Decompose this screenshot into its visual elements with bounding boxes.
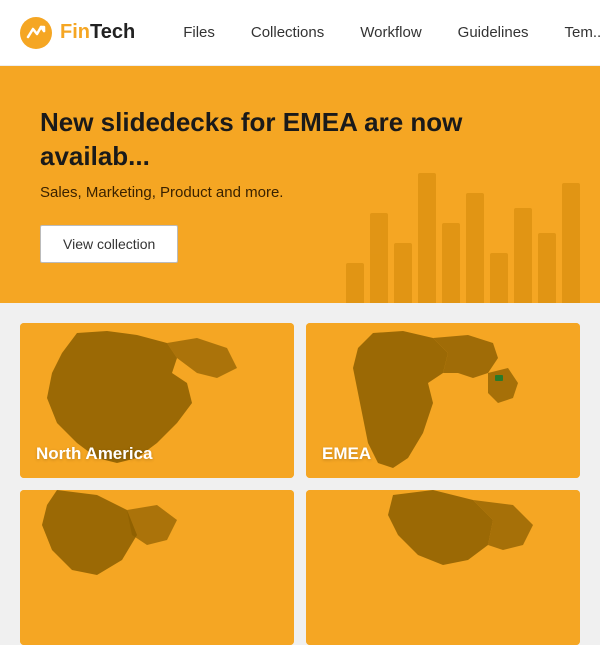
cards-grid: North America EMEA	[0, 303, 600, 645]
logo-text: FinTech	[60, 21, 135, 44]
nav-item-templates[interactable]: Tem...	[547, 0, 600, 66]
map-bottom-right	[306, 490, 580, 645]
nav-item-workflow[interactable]: Workflow	[342, 0, 439, 66]
logo-icon	[20, 17, 52, 49]
card-north-america-label: North America	[36, 444, 153, 464]
map-bottom-left	[20, 490, 294, 645]
card-north-america[interactable]: North America	[20, 323, 294, 478]
hero-subheading: Sales, Marketing, Product and more.	[40, 184, 560, 201]
main-nav: Files Collections Workflow Guidelines Te…	[165, 0, 600, 66]
nav-item-collections[interactable]: Collections	[233, 0, 342, 66]
hero-heading: New slidedecks for EMEA are now availab.…	[40, 106, 540, 174]
header: FinTech Files Collections Workflow Guide…	[0, 0, 600, 66]
hero-banner: New slidedecks for EMEA are now availab.…	[0, 66, 600, 303]
nav-item-guidelines[interactable]: Guidelines	[440, 0, 547, 66]
card-emea-label: EMEA	[322, 444, 371, 464]
card-emea[interactable]: EMEA	[306, 323, 580, 478]
nav-item-files[interactable]: Files	[165, 0, 233, 66]
logo[interactable]: FinTech	[20, 17, 135, 49]
card-bottom-left[interactable]	[20, 490, 294, 645]
card-bottom-right[interactable]	[306, 490, 580, 645]
view-collection-button[interactable]: View collection	[40, 225, 178, 263]
